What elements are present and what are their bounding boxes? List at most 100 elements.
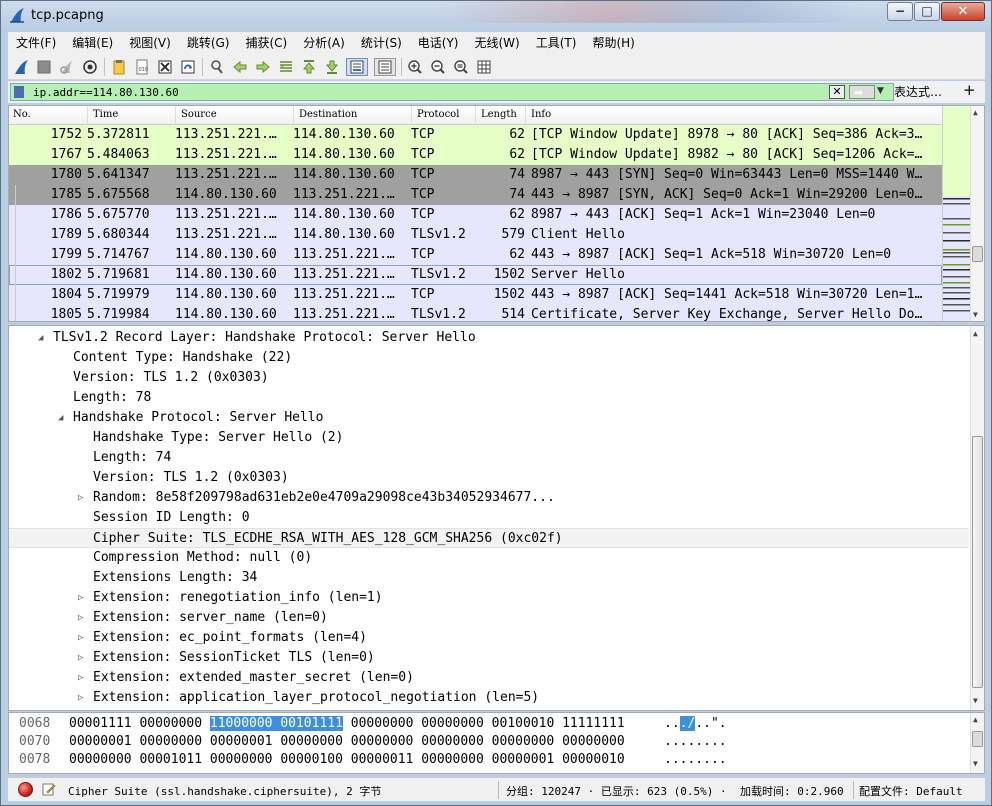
column-divider[interactable]: [87, 106, 88, 125]
detail-row[interactable]: ◢ TLSv1.2 Record Layer: Handshake Protoco…: [9, 328, 969, 348]
scroll-up-icon[interactable]: ▲: [973, 715, 978, 724]
detail-row[interactable]: ▷ Extension: ec_point_formats (len=4): [9, 628, 969, 648]
column-info[interactable]: Info: [531, 109, 551, 120]
detail-row[interactable]: Handshake Type: Server Hello (2): [9, 428, 969, 448]
bytes-scrollbar[interactable]: ▲ ▼: [970, 713, 984, 773]
detail-row[interactable]: Compression Method: null (0): [9, 548, 969, 568]
stop-capture-icon[interactable]: [35, 58, 53, 76]
menu-help[interactable]: 帮助(H): [584, 32, 642, 54]
add-filter-button[interactable]: +: [963, 81, 976, 99]
zoom-normal-icon[interactable]: [452, 58, 470, 76]
detail-row[interactable]: Content Type: Handshake (22): [9, 348, 969, 368]
expand-arrow-icon[interactable]: ▷: [78, 688, 83, 708]
filter-history-dropdown[interactable]: ▼: [877, 86, 884, 96]
detail-row[interactable]: ▷ Extension: renegotiation_info (len=1): [9, 588, 969, 608]
display-filter-input[interactable]: ip.addr==114.80.130.60 ✕ ➡ ▼: [10, 83, 894, 101]
edit-comment-icon[interactable]: [42, 782, 56, 796]
column-divider[interactable]: [475, 106, 476, 125]
packet-row[interactable]: 1805 5.719984 114.80.130.60 113.251.221.… TL…: [9, 305, 942, 321]
packet-row[interactable]: 1789 5.680344 113.251.221.… 114.80.130.60 TL…: [9, 225, 942, 245]
column-divider[interactable]: [175, 106, 176, 125]
detail-row[interactable]: ▷ Extension: extended_master_secret (len=…: [9, 668, 969, 688]
expand-arrow-icon[interactable]: ▷: [78, 628, 83, 648]
go-to-packet-icon[interactable]: [277, 58, 295, 76]
expand-arrow-icon[interactable]: ▷: [78, 588, 83, 608]
expand-arrow-icon[interactable]: ▷: [78, 608, 83, 628]
detail-row[interactable]: ◢ Handshake Protocol: Server Hello: [9, 408, 969, 428]
find-packet-icon[interactable]: [208, 58, 226, 76]
menu-wireless[interactable]: 无线(W): [467, 32, 528, 54]
menu-capture[interactable]: 捕获(C): [237, 32, 295, 54]
column-protocol[interactable]: Protocol: [417, 109, 459, 120]
detail-row[interactable]: ▷ Extension: SessionTicket TLS (len=0): [9, 648, 969, 668]
packet-row[interactable]: 1804 5.719979 114.80.130.60 113.251.221.… TC…: [9, 285, 942, 305]
scroll-down-icon[interactable]: ▼: [973, 310, 978, 319]
scroll-down-icon[interactable]: ▼: [973, 696, 978, 705]
zoom-out-icon[interactable]: [429, 58, 447, 76]
expand-arrow-icon[interactable]: ▷: [78, 488, 83, 508]
maximize-button[interactable]: □: [914, 2, 940, 21]
scroll-down-icon[interactable]: ▼: [973, 759, 978, 768]
minimize-button[interactable]: −: [887, 2, 913, 21]
save-file-icon[interactable]: 010: [133, 58, 151, 76]
detail-row[interactable]: Length: 74: [9, 448, 969, 468]
detail-row[interactable]: ▷ Random: 8e58f209798ad631eb2e0e4709a2909…: [9, 488, 969, 508]
column-time[interactable]: Time: [93, 109, 118, 120]
detail-row[interactable]: ▷ Extension: application_layer_protocol_n…: [9, 688, 969, 708]
detail-row[interactable]: Extensions Length: 34: [9, 568, 969, 588]
packet-row[interactable]: 1767 5.484063 113.251.221.… 114.80.130.60 TC…: [9, 145, 942, 165]
menu-file[interactable]: 文件(F): [8, 32, 64, 54]
detail-row[interactable]: Version: TLS 1.2 (0x0303): [9, 368, 969, 388]
colorize-icon[interactable]: [374, 58, 396, 76]
expression-button[interactable]: 表达式…: [894, 83, 942, 100]
profile-indicator[interactable]: 配置文件: Default: [859, 783, 963, 799]
close-button[interactable]: ✕: [941, 2, 985, 21]
packet-row[interactable]: 1785 5.675568 114.80.130.60 113.251.221.… TC…: [9, 185, 942, 205]
go-last-icon[interactable]: [323, 58, 341, 76]
detail-row[interactable]: Version: TLS 1.2 (0x0303): [9, 468, 969, 488]
detail-row[interactable]: Session ID Length: 0: [9, 508, 969, 528]
title-bar[interactable]: tcp.pcapng − □ ✕: [1, 1, 991, 31]
detail-row[interactable]: Cipher Suite: TLS_ECDHE_RSA_WITH_AES_128…: [9, 528, 969, 548]
detail-row[interactable]: ▷ Extension: server_name (len=0): [9, 608, 969, 628]
collapse-arrow-icon[interactable]: ◢: [38, 328, 43, 348]
go-forward-icon[interactable]: [254, 58, 272, 76]
zoom-in-icon[interactable]: [406, 58, 424, 76]
column-divider[interactable]: [293, 106, 294, 125]
go-first-icon[interactable]: [300, 58, 318, 76]
bytes-scroll-thumb[interactable]: [972, 731, 983, 747]
details-scrollbar[interactable]: ▲ ▼: [970, 326, 984, 710]
close-file-icon[interactable]: [156, 58, 174, 76]
bookmark-icon[interactable]: [14, 86, 24, 98]
details-scroll-thumb[interactable]: [972, 436, 983, 688]
expand-arrow-icon[interactable]: ▷: [78, 668, 83, 688]
packet-list-scrollbar[interactable]: ▲ ▼: [970, 106, 984, 321]
packet-row[interactable]: 1780 5.641347 113.251.221.… 114.80.130.60 TC…: [9, 165, 942, 185]
menu-analyze[interactable]: 分析(A): [295, 32, 353, 54]
detail-row[interactable]: Length: 78: [9, 388, 969, 408]
scroll-up-icon[interactable]: ▲: [973, 329, 978, 338]
open-file-icon[interactable]: [110, 58, 128, 76]
column-divider[interactable]: [411, 106, 412, 125]
reload-file-icon[interactable]: [179, 58, 197, 76]
menu-tools[interactable]: 工具(T): [528, 32, 585, 54]
go-back-icon[interactable]: [231, 58, 249, 76]
menu-telephony[interactable]: 电话(Y): [410, 32, 467, 54]
column-source[interactable]: Source: [181, 109, 217, 120]
packet-row[interactable]: 1802 5.719681 114.80.130.60 113.251.221.… TL…: [9, 265, 942, 285]
resize-columns-icon[interactable]: [475, 58, 493, 76]
menu-statistics[interactable]: 统计(S): [353, 32, 410, 54]
packet-row[interactable]: 1786 5.675770 113.251.221.… 114.80.130.60 TC…: [9, 205, 942, 225]
column-no[interactable]: No.: [13, 109, 31, 120]
packet-row[interactable]: 1799 5.714767 114.80.130.60 113.251.221.… TC…: [9, 245, 942, 265]
auto-scroll-icon[interactable]: [346, 58, 368, 76]
scroll-up-icon[interactable]: ▲: [973, 108, 978, 117]
packet-list-scroll-thumb[interactable]: [972, 246, 983, 262]
packet-minimap[interactable]: [942, 106, 971, 321]
restart-capture-icon[interactable]: [58, 58, 76, 76]
apply-filter-button[interactable]: ➡: [849, 85, 875, 99]
capture-options-icon[interactable]: [81, 58, 99, 76]
start-capture-icon[interactable]: [12, 58, 30, 76]
collapse-arrow-icon[interactable]: ◢: [58, 408, 63, 428]
column-length[interactable]: Length: [481, 109, 517, 120]
